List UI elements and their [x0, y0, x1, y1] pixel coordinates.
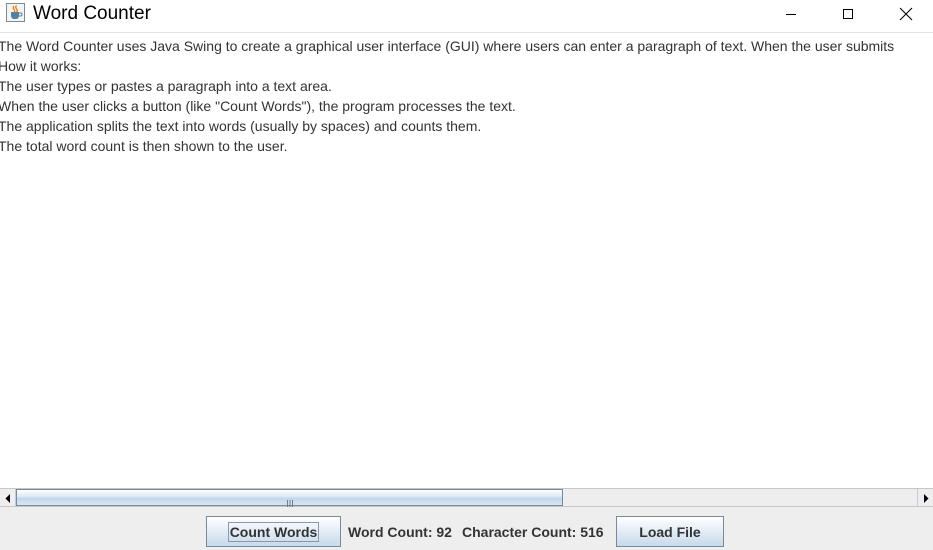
horizontal-scrollbar[interactable]	[0, 488, 933, 509]
scrollbar-thumb[interactable]	[16, 489, 563, 509]
scroll-left-button[interactable]	[0, 489, 16, 506]
close-button[interactable]	[877, 0, 933, 27]
text-line: How it works:	[0, 58, 82, 74]
java-cup-icon	[6, 3, 25, 22]
maximize-icon	[842, 8, 854, 20]
arrow-left-icon	[5, 488, 11, 507]
close-icon	[899, 7, 913, 21]
word-counter-window: Word Counter The Word Counter uses Java …	[0, 0, 933, 550]
load-file-button[interactable]: Load File	[616, 516, 724, 547]
count-words-label: Count Words	[227, 521, 320, 542]
text-line: The Word Counter uses Java Swing to crea…	[0, 38, 895, 54]
scroll-right-button[interactable]	[917, 489, 933, 506]
window-title: Word Counter	[33, 3, 151, 24]
control-panel: Count Words Word Count: 92 Character Cou…	[0, 507, 933, 550]
minimize-button[interactable]	[762, 0, 820, 27]
text-line: When the user clicks a button (like "Cou…	[0, 98, 516, 114]
arrow-right-icon	[923, 488, 929, 507]
minimize-icon	[785, 8, 797, 20]
count-words-button[interactable]: Count Words	[206, 516, 341, 547]
grip-icon	[286, 494, 294, 509]
text-line: The application splits the text into wor…	[0, 118, 482, 134]
text-line: The user types or pastes a paragraph int…	[0, 78, 332, 94]
word-count-label: Word Count: 92	[348, 524, 452, 540]
character-count-label: Character Count: 516	[462, 524, 604, 540]
maximize-button[interactable]	[819, 0, 877, 27]
title-bar[interactable]: Word Counter	[0, 0, 933, 27]
paragraph-text-area[interactable]: The Word Counter uses Java Swing to crea…	[0, 35, 933, 488]
title-separator	[0, 32, 933, 33]
text-line: The total word count is then shown to th…	[0, 138, 288, 154]
